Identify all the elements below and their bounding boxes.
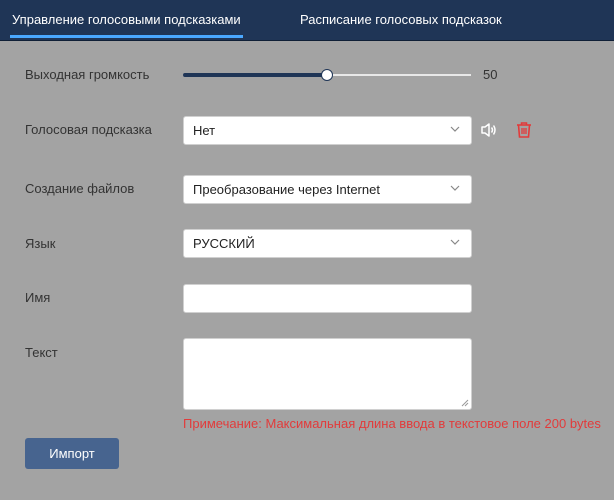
- import-button[interactable]: Импорт: [25, 438, 119, 469]
- chevron-down-icon: [450, 185, 460, 191]
- text-length-note: Примечание: Максимальная длина ввода в т…: [183, 416, 601, 431]
- tab-bar: Управление голосовыми подсказками Распис…: [0, 0, 614, 41]
- file-creation-select[interactable]: Преобразование через Internet: [183, 175, 472, 204]
- volume-label: Выходная громкость: [25, 67, 150, 82]
- volume-slider[interactable]: [183, 69, 471, 81]
- slider-thumb[interactable]: [321, 69, 333, 81]
- slider-fill: [183, 73, 327, 77]
- chevron-down-icon: [450, 239, 460, 245]
- name-input[interactable]: [183, 284, 472, 313]
- tab-label: Управление голосовыми подсказками: [12, 12, 241, 27]
- tab-voice-prompt-schedule[interactable]: Расписание голосовых подсказок: [300, 0, 502, 40]
- voice-prompt-selected: Нет: [193, 123, 216, 138]
- tab-label: Расписание голосовых подсказок: [300, 12, 502, 27]
- tab-voice-prompt-management[interactable]: Управление голосовыми подсказками: [10, 0, 243, 40]
- file-creation-label: Создание файлов: [25, 181, 135, 196]
- chevron-down-icon: [450, 126, 460, 132]
- file-creation-selected: Преобразование через Internet: [193, 182, 380, 197]
- text-textarea[interactable]: [183, 338, 472, 410]
- language-selected: РУССКИЙ: [193, 236, 255, 251]
- language-label: Язык: [25, 236, 56, 251]
- active-tab-indicator: [10, 35, 243, 38]
- resize-grip-icon[interactable]: [461, 399, 469, 407]
- voice-prompt-select[interactable]: Нет: [183, 116, 472, 145]
- text-label: Текст: [25, 345, 58, 360]
- trash-icon[interactable]: [514, 120, 534, 140]
- name-label: Имя: [25, 290, 51, 305]
- speaker-icon[interactable]: [480, 121, 498, 139]
- language-select[interactable]: РУССКИЙ: [183, 229, 472, 258]
- volume-value: 50: [483, 67, 498, 82]
- voice-prompt-label: Голосовая подсказка: [25, 122, 152, 137]
